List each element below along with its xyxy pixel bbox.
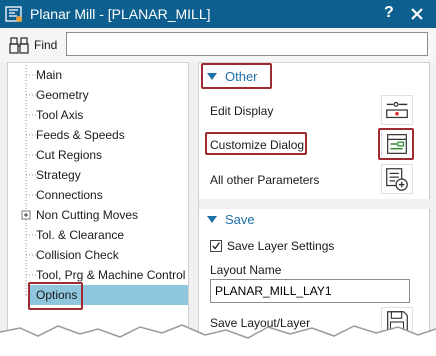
dialog-navigator: Main Geometry Tool Axis Feeds & Speeds C… [7,62,189,356]
nav-item-label: Cut Regions [36,148,103,162]
tree-connector-icon [25,265,36,285]
all-other-parameters-label: All other Parameters [210,173,320,187]
nav-item-main[interactable]: Main [16,65,188,85]
planar-mill-dialog: Planar Mill - [PLANAR_MILL] ? Find Main … [0,0,436,356]
nav-item-label: Collision Check [36,248,119,262]
layout-name-input[interactable] [210,279,410,303]
nav-item-tool-axis[interactable]: Tool Axis [16,105,188,125]
nav-item-label: Options [36,288,78,302]
tree-connector-icon [25,245,36,265]
tree-connector-icon [25,145,36,165]
section-other-header[interactable]: Other [199,66,431,88]
tree-connector-icon [25,105,36,125]
title-bar: Planar Mill - [PLANAR_MILL] ? [0,0,436,28]
collapse-triangle-icon [207,216,217,223]
binoculars-icon[interactable] [9,35,31,55]
edit-display-icon[interactable] [381,95,413,125]
nav-item-connections[interactable]: Connections [16,185,188,205]
close-icon[interactable] [404,1,430,27]
nav-item-tol-clearance[interactable]: Tol. & Clearance [16,225,188,245]
nav-item-label: Connections [36,188,103,202]
torn-edge [0,324,436,356]
tree-connector-icon [25,125,36,145]
nav-item-label: Non Cutting Moves [36,208,139,222]
nav-item-label: Tol. & Clearance [36,228,125,242]
nav-item-cut-regions[interactable]: Cut Regions [16,145,188,165]
layout-name-label: Layout Name [210,263,282,277]
find-label: Find [34,38,58,52]
edit-display-label: Edit Display [210,104,274,118]
nav-item-label: Tool Axis [36,108,84,122]
collapse-triangle-icon [207,73,217,80]
help-button[interactable]: ? [384,4,394,22]
section-title: Save [225,212,255,227]
customize-dialog-label: Customize Dialog [210,138,305,152]
nav-item-label: Strategy [36,168,81,182]
nx-app-icon [5,6,22,22]
window-title: Planar Mill - [PLANAR_MILL] [30,6,211,22]
save-layer-settings-checkbox[interactable] [210,240,222,252]
expand-plus-icon[interactable] [16,205,36,225]
save-layer-settings-label: Save Layer Settings [227,239,335,253]
options-panel: Other Edit Display Customize Dialog All … [198,62,431,356]
nav-item-strategy[interactable]: Strategy [16,165,188,185]
tree-connector-icon [25,225,36,245]
nav-item-feeds-speeds[interactable]: Feeds & Speeds [16,125,188,145]
section-save-header[interactable]: Save [199,209,431,231]
all-parameters-icon[interactable] [381,164,413,194]
tree-connector-icon [25,165,36,185]
tree-connector-icon [25,85,36,105]
nav-item-label: Main [36,68,63,82]
customize-dialog-icon[interactable] [381,129,413,159]
find-input[interactable] [66,32,428,56]
nav-item-label: Geometry [36,88,89,102]
tree-connector-icon [25,65,36,85]
nav-item-options[interactable]: Options [28,285,188,305]
nav-item-label: Tool, Prg & Machine Control [36,268,186,282]
section-title: Other [225,69,258,84]
section-separator [199,199,431,209]
find-bar: Find [0,28,436,62]
nav-item-geometry[interactable]: Geometry [16,85,188,105]
nav-item-label: Feeds & Speeds [36,128,125,142]
tree-connector-icon [25,185,36,205]
nav-item-tool-prg-machine-control[interactable]: Tool, Prg & Machine Control [16,265,188,285]
nav-item-non-cutting-moves[interactable]: Non Cutting Moves [16,205,188,225]
nav-item-collision-check[interactable]: Collision Check [16,245,188,265]
